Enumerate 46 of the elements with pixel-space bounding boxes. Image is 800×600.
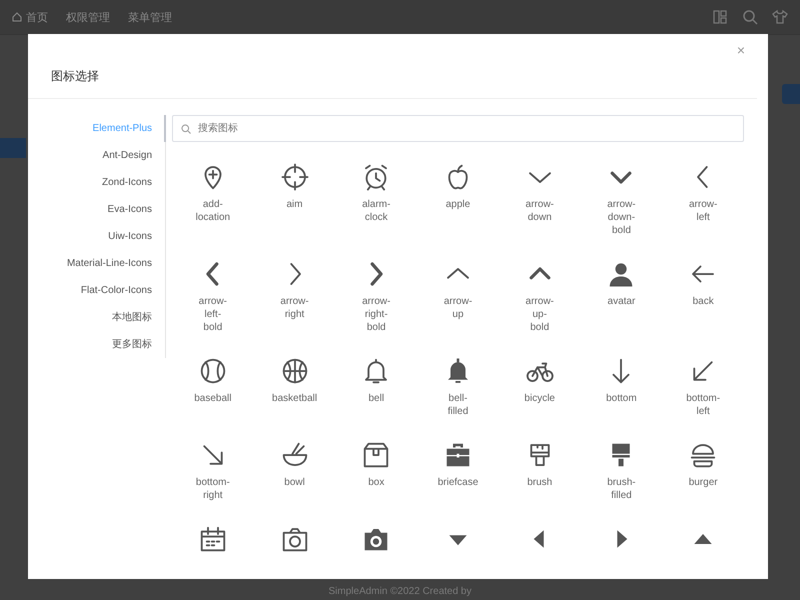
icon-label: bottom-left	[686, 392, 720, 418]
library-tab[interactable]: Flat-Color-Icons	[28, 277, 166, 304]
library-tab[interactable]: Uiw-Icons	[28, 223, 166, 250]
library-tab[interactable]: Material-Line-Icons	[28, 250, 166, 277]
library-tab[interactable]: 更多图标	[28, 331, 166, 358]
icon-label: arrow-down-bold	[607, 198, 636, 237]
icon-label: arrow-right-bold	[362, 295, 390, 334]
button-fragment	[782, 84, 800, 104]
icon-label: burger	[688, 476, 718, 489]
icon-label: bell-filled	[448, 392, 468, 418]
icon-label: arrow-left	[688, 198, 718, 224]
icon-label: bottom	[606, 392, 637, 405]
home-icon	[12, 12, 22, 22]
icon-label: alarm-clock	[362, 198, 390, 224]
icon-label: aim	[286, 198, 303, 211]
icon-label: arrow-left-bold	[198, 295, 228, 334]
icon-label: arrow-up	[444, 295, 472, 321]
library-tab[interactable]: Ant-Design	[28, 142, 166, 169]
search-field[interactable]: 搜索图标	[172, 115, 744, 142]
icon-label: brush	[527, 476, 552, 489]
icon-label: arrow-right	[280, 295, 309, 321]
layout-icon[interactable]	[712, 9, 728, 25]
button-fragment	[0, 138, 26, 158]
icon-label: briefcase	[438, 476, 478, 489]
footer-text: SimpleAdmin ©2022 Created by	[328, 586, 472, 597]
icon-label: avatar	[608, 295, 636, 308]
library-tab[interactable]: Zond-Icons	[28, 169, 166, 196]
icon-label: box	[368, 476, 384, 489]
icon-label: bell	[368, 392, 384, 405]
icon-label: basketball	[272, 392, 318, 405]
shirt-icon[interactable]	[772, 9, 788, 25]
icon-label: bicycle	[524, 392, 555, 405]
icon-label: arrow-down	[526, 198, 554, 224]
icon-label: apple	[446, 198, 470, 211]
crosshair-icon[interactable]	[280, 162, 310, 192]
icon-label: baseball	[194, 392, 232, 405]
icon-label: back	[692, 295, 714, 308]
library-tab[interactable]: 本地图标	[28, 304, 166, 331]
search-icon[interactable]	[742, 9, 758, 25]
icon-label: bowl	[284, 476, 305, 489]
dialog-title: 图标选择	[51, 68, 99, 84]
icon-label: bottom-right	[196, 476, 230, 502]
icon-label: add-location	[196, 198, 230, 224]
library-tab[interactable]: Eva-Icons	[28, 196, 166, 223]
icon-label: brush-filled	[607, 476, 636, 502]
icon-label: arrow-up-bold	[526, 295, 554, 334]
